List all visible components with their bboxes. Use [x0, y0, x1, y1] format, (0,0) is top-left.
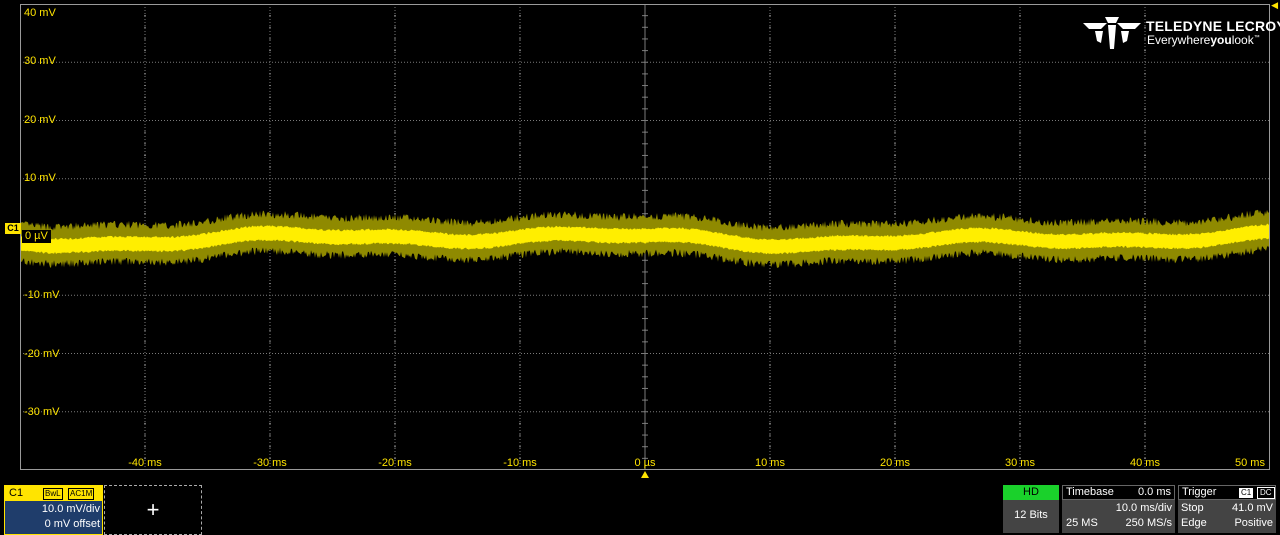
coupling-badge: AC1M	[68, 488, 95, 500]
trigger-position-icon[interactable]	[641, 471, 649, 478]
y-label-neg30mv: -30 mV	[24, 406, 60, 418]
logo-tagline: Everywhereyoulook™	[1147, 33, 1260, 47]
x-label-0us: 0 µs	[634, 457, 656, 469]
timebase-title: Timebase	[1066, 486, 1114, 498]
y-label-neg20mv: -20 mV	[24, 348, 60, 360]
x-label-10ms: 10 ms	[755, 457, 785, 469]
plus-icon: +	[146, 497, 160, 522]
hd-bits: 12 Bits	[1014, 509, 1048, 521]
trigger-title: Trigger	[1182, 486, 1217, 498]
x-label-50ms: 50 ms	[1235, 457, 1265, 469]
y-label-10mv: 10 mV	[24, 172, 56, 184]
add-channel-button[interactable]: +	[104, 485, 202, 535]
x-label-neg10ms: -10 ms	[503, 457, 537, 469]
channel-offset: 0 mV offset	[44, 518, 100, 530]
trigger-header: Trigger C1 DC	[1178, 485, 1276, 500]
y-label-40mv: 40 mV	[24, 7, 56, 19]
trigger-slope: Positive	[1234, 517, 1273, 529]
trigger-level-indicator-icon: ◀	[1271, 0, 1278, 10]
channel-header: C1 BwL AC1M	[5, 486, 102, 501]
channel-name: C1	[9, 487, 24, 499]
logo-trademark: ™	[1253, 35, 1260, 41]
y-label-20mv: 20 mV	[24, 114, 56, 126]
logo-mark-icon	[1083, 17, 1141, 49]
x-label-neg30ms: -30 ms	[253, 457, 287, 469]
scope-grid[interactable]	[20, 4, 1270, 470]
x-label-30ms: 30 ms	[1005, 457, 1035, 469]
trigger-source-badge: C1	[1239, 488, 1254, 498]
trigger-coupling-badge: DC	[1257, 487, 1275, 499]
channel-offset-marker[interactable]: C1	[5, 223, 21, 234]
trigger-descriptor-box[interactable]: Trigger C1 DC Stop 41.0 mV Edge Positive	[1178, 485, 1276, 533]
y-label-neg10mv: -10 mV	[24, 289, 60, 301]
y-label-30mv: 30 mV	[24, 55, 56, 67]
timebase-delay: 0.0 ms	[1137, 486, 1171, 498]
trigger-level: 41.0 mV	[1232, 502, 1273, 514]
sample-count: 25 MS	[1066, 517, 1098, 529]
trigger-type: Edge	[1181, 517, 1207, 529]
zero-level-label: 0 µV	[22, 230, 51, 243]
x-label-20ms: 20 ms	[880, 457, 910, 469]
logo-name: TELEDYNE LECROY	[1146, 18, 1280, 34]
bandwidth-limit-badge: BwL	[43, 488, 63, 500]
logo-tagline-bold: you	[1210, 33, 1232, 47]
logo-tagline-post: look	[1231, 33, 1254, 47]
sample-rate: 250 MS/s	[1125, 517, 1172, 529]
timebase-descriptor-box[interactable]: Timebase 0.0 ms 10.0 ms/div 25 MS 250 MS…	[1062, 485, 1175, 533]
x-label-neg40ms: -40 ms	[128, 457, 162, 469]
teledyne-lecroy-logo: TELEDYNE LECROY Everywhereyoulook™	[1083, 17, 1280, 49]
hd-descriptor-box[interactable]: HD 12 Bits	[1003, 485, 1059, 533]
trigger-mode: Stop	[1181, 502, 1204, 514]
x-label-40ms: 40 ms	[1130, 457, 1160, 469]
time-per-div: 10.0 ms/div	[1115, 502, 1172, 514]
timebase-header: Timebase 0.0 ms	[1062, 485, 1175, 500]
logo-tagline-pre: Everywhere	[1147, 33, 1211, 47]
channel-descriptor-box[interactable]: C1 BwL AC1M 10.0 mV/div 0 mV offset	[4, 485, 103, 535]
hd-label: HD	[1003, 485, 1059, 500]
x-label-neg20ms: -20 ms	[378, 457, 412, 469]
volts-per-div: 10.0 mV/div	[41, 503, 100, 515]
